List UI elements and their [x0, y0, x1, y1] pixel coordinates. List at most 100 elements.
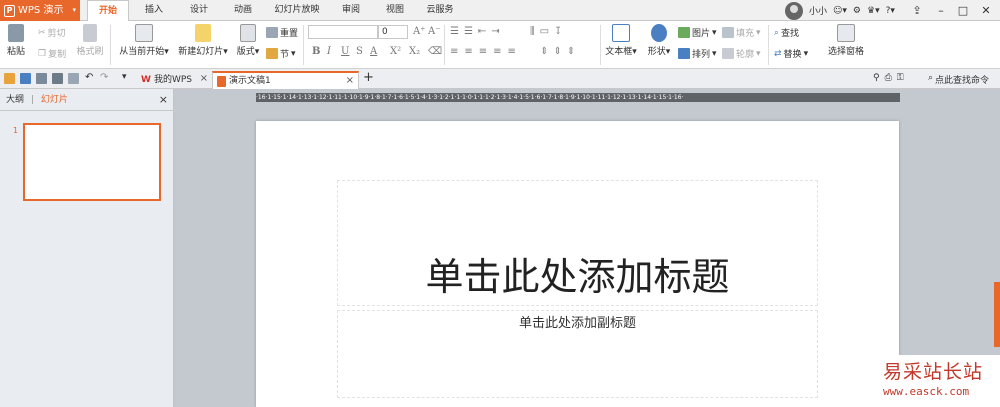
outline-button[interactable]: 轮廓 ▾ — [722, 47, 761, 60]
side-collapse-handle[interactable] — [994, 282, 1000, 347]
reset-label: 重置 — [280, 29, 299, 39]
tab-view[interactable]: 视图 — [378, 0, 412, 21]
search-icon: ⌕ — [928, 73, 934, 83]
close-icon[interactable]: × — [346, 73, 354, 89]
subscript-button[interactable]: X₂ — [409, 46, 420, 57]
section-button[interactable]: 节 ▾ — [266, 47, 296, 60]
tab-animation[interactable]: 动画 — [226, 0, 260, 21]
doc-tab-my-wps[interactable]: W 我的WPS × — [137, 71, 212, 89]
replace-icon: ⇄ — [774, 48, 782, 59]
reset-button[interactable]: 重置 — [266, 26, 298, 39]
settings-icon[interactable]: ⚙ — [853, 6, 861, 16]
brush-icon — [83, 24, 97, 42]
new-slide-label: 新建幻灯片 — [178, 47, 224, 57]
upload-icon[interactable]: ⇪ — [906, 0, 928, 21]
close-icon[interactable]: × — [159, 89, 168, 111]
document-tab-bar: ↶ ↷ ▾ W 我的WPS × 演示文稿1 × + ⚲⎙⚿ ⌕ 点此查找命令 — [0, 69, 1000, 89]
print-icon[interactable] — [52, 73, 63, 84]
find-label: 查找 — [781, 29, 800, 39]
superscript-button[interactable]: X² — [390, 46, 401, 57]
horizontal-ruler[interactable]: ·16·1·15·1·14·1·13·1·12·1·11·1·10·1·9·1·… — [256, 93, 900, 102]
wps-app-menu-button[interactable]: P WPS 演示 ▾ — [0, 0, 80, 21]
site-watermark: 易采站长站 www.easck.com — [875, 355, 1000, 407]
format-painter-button[interactable]: 格式刷 — [76, 24, 104, 57]
save-icon[interactable] — [20, 73, 31, 84]
font-size-select[interactable]: 0 — [378, 25, 408, 39]
doc-tab-presentation[interactable]: 演示文稿1 × — [212, 71, 359, 89]
user-name[interactable]: 小小 — [809, 4, 827, 17]
maximize-button[interactable]: □ — [952, 0, 974, 21]
doc-tab-label: 我的WPS — [153, 75, 192, 85]
line-spacing-icons[interactable]: ⇕⇕⇕ — [540, 46, 580, 57]
paste-button[interactable]: 粘贴 — [4, 24, 28, 57]
picture-button[interactable]: 图片 ▾ — [678, 26, 717, 39]
selection-pane-button[interactable]: 选择窗格 — [826, 24, 866, 57]
avatar[interactable] — [785, 1, 803, 20]
divider — [303, 25, 304, 65]
clear-format-icon[interactable]: ⌫ — [428, 46, 442, 57]
reset-icon — [266, 27, 278, 38]
skin-icon[interactable]: ☺▾ — [833, 6, 847, 16]
align-icons[interactable]: ≡≡≡≡≡ — [450, 46, 522, 57]
shape-icon — [651, 24, 667, 42]
find-button[interactable]: ⌕ 查找 — [774, 26, 800, 40]
tab-slideshow[interactable]: 幻灯片放映 — [268, 0, 326, 21]
preview-icon[interactable] — [68, 73, 79, 84]
new-slide-button[interactable]: 新建幻灯片▾ — [175, 24, 231, 57]
minimize-button[interactable]: – — [930, 0, 952, 21]
help-icon[interactable]: ?▾ — [886, 6, 895, 16]
section-label: 节 — [280, 50, 290, 60]
grow-font-icon[interactable]: A⁺ — [413, 26, 426, 37]
tab-review[interactable]: 审阅 — [334, 0, 368, 21]
app-name: WPS 演示 — [18, 5, 64, 16]
cut-button[interactable]: ✂ 剪切 — [38, 26, 66, 40]
export-icon[interactable] — [36, 73, 47, 84]
play-from-current-button[interactable]: 从当前开始▾ — [116, 24, 172, 57]
tab-home[interactable]: 开始 — [87, 0, 129, 21]
undo-icon[interactable]: ↶ — [85, 72, 93, 83]
textbox-label: 文本框 — [605, 47, 633, 57]
textbox-button[interactable]: 文本框▾ — [604, 24, 638, 57]
bold-button[interactable]: B — [312, 46, 320, 57]
tab-insert[interactable]: 插入 — [137, 0, 171, 21]
divider — [110, 25, 111, 65]
shrink-font-icon[interactable]: A⁻ — [428, 26, 441, 37]
open-icon[interactable] — [4, 73, 15, 84]
underline-button[interactable]: U — [341, 46, 349, 57]
tab-slides[interactable]: 幻灯片 — [41, 95, 68, 105]
redo-icon[interactable]: ↷ — [100, 72, 108, 83]
text-direction-icons[interactable]: ⫼▭↧ — [530, 26, 567, 37]
italic-button[interactable]: I — [327, 46, 331, 57]
fill-label: 填充 — [736, 29, 755, 39]
tab-cloud-service[interactable]: 云服务 — [420, 0, 460, 21]
close-button[interactable]: ✕ — [975, 0, 997, 21]
command-search[interactable]: ⌕ 点此查找命令 — [928, 73, 989, 86]
layout-button[interactable]: 版式▾ — [233, 24, 263, 57]
slide-thumbnail[interactable] — [23, 123, 161, 201]
shirt-icon[interactable]: ♛▾ — [867, 6, 880, 16]
copy-icon: ❐ — [38, 48, 47, 59]
subtitle-placeholder-text[interactable]: 单击此处添加副标题 — [337, 312, 818, 331]
new-tab-icon[interactable]: + — [363, 70, 374, 85]
command-search-label[interactable]: 点此查找命令 — [935, 73, 989, 86]
replace-button[interactable]: ⇄ 替换 ▾ — [774, 47, 808, 61]
wps-icon: W — [141, 75, 151, 85]
tab-separator: | — [30, 95, 34, 105]
list-icons[interactable]: ☰☰⇤⇥ — [450, 26, 505, 37]
tab-outline[interactable]: 大纲 — [6, 95, 24, 105]
tab-design[interactable]: 设计 — [182, 0, 216, 21]
divider — [768, 25, 769, 65]
font-name-select[interactable] — [308, 25, 378, 39]
copy-button[interactable]: ❐ 复制 — [38, 47, 66, 61]
user-area[interactable]: 小小 ☺▾ ⚙ ♛▾ ?▾ — [785, 0, 895, 21]
chevron-down-icon[interactable]: ▾ — [122, 72, 127, 82]
font-color-button[interactable]: A — [370, 46, 377, 57]
close-icon[interactable]: × — [200, 71, 208, 87]
title-placeholder-text[interactable]: 单击此处添加标题 — [337, 252, 818, 302]
arrange-button[interactable]: 排列 ▾ — [678, 47, 717, 60]
paste-icon — [8, 24, 24, 42]
strikethrough-button[interactable]: S — [356, 46, 363, 57]
toolbar-extra-icons[interactable]: ⚲⎙⚿ — [873, 73, 909, 83]
shape-button[interactable]: 形状▾ — [644, 24, 674, 57]
fill-button[interactable]: 填充 ▾ — [722, 26, 761, 39]
